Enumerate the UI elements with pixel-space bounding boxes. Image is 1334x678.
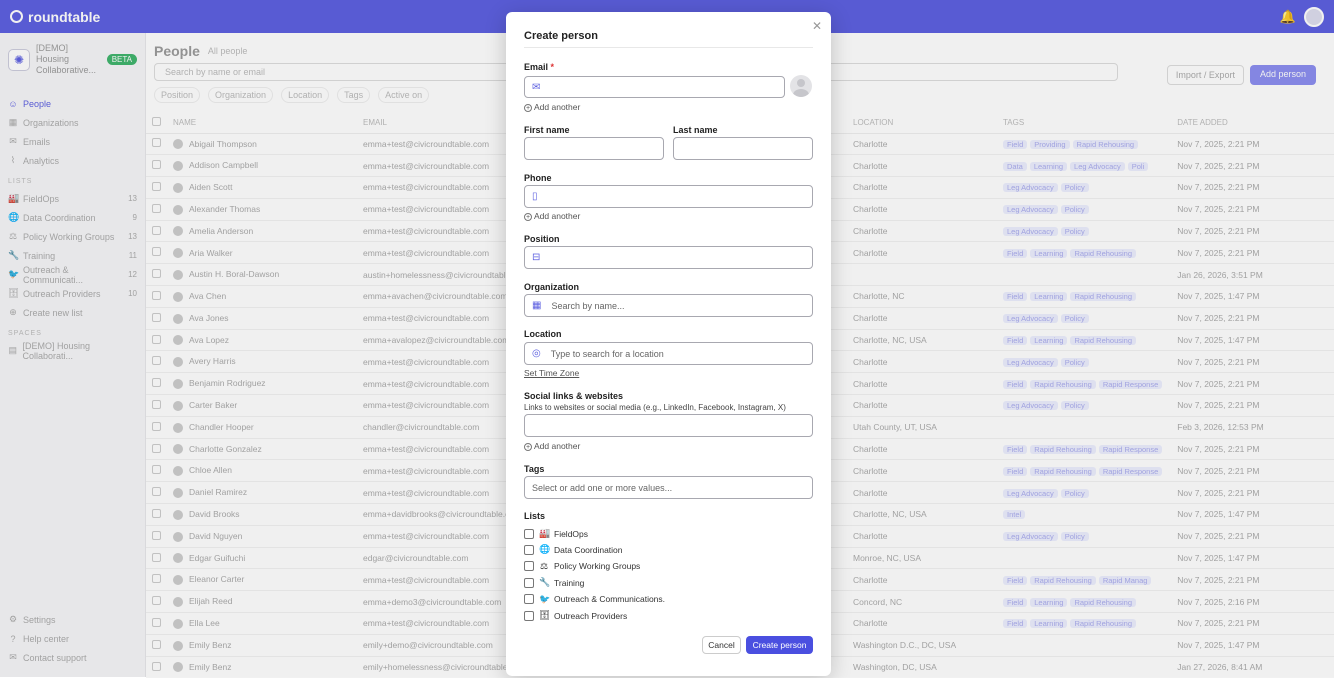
phone-label: Phone: [524, 173, 552, 183]
set-time-zone-link[interactable]: Set Time Zone: [524, 368, 579, 378]
plus-circle-icon: +: [524, 213, 532, 221]
divider: [524, 47, 813, 48]
list-checkbox[interactable]: [524, 577, 534, 588]
location-placeholder: Type to search for a location: [550, 348, 664, 359]
required-mark: *: [550, 62, 555, 72]
position-field[interactable]: ⊟: [524, 246, 813, 269]
social-links-label: Social links & websites: [524, 391, 624, 401]
tags-label: Tags: [524, 464, 545, 474]
building-icon: ▦: [532, 300, 542, 311]
create-person-dialog: Create person ✕ Email * ✉ + Add another F…: [506, 12, 831, 676]
location-search-field[interactable]: ◎ Type to search for a location: [524, 342, 813, 365]
list-emoji-icon: 🐦: [539, 593, 551, 604]
avatar-placeholder[interactable]: [790, 75, 812, 97]
list-option-label: Data Coordination: [554, 544, 623, 555]
lists-label: Lists: [524, 511, 546, 521]
plus-circle-icon: +: [524, 104, 532, 112]
list-checkbox[interactable]: [524, 610, 534, 621]
list-option[interactable]: ⚖ Policy Working Groups: [524, 561, 640, 572]
list-emoji-icon: ⚖: [539, 560, 549, 571]
location-label: Location: [524, 329, 562, 339]
tags-placeholder: Select or add one or more values...: [532, 482, 673, 493]
social-add-another-link[interactable]: + Add another: [524, 441, 580, 451]
briefcase-icon: ⊟: [532, 252, 541, 263]
phone-field[interactable]: ▯: [524, 185, 813, 208]
list-checkbox[interactable]: [524, 561, 534, 572]
list-option[interactable]: 🌐 Data Coordination: [524, 544, 623, 555]
social-link-field[interactable]: [524, 414, 813, 437]
list-option-label: Training: [554, 577, 585, 588]
social-add-another-label: Add another: [534, 441, 581, 451]
cancel-button[interactable]: Cancel: [702, 636, 741, 654]
organization-search-field[interactable]: ▦ Search by name...: [524, 294, 813, 317]
last-name-field[interactable]: [673, 137, 813, 160]
mail-icon: ✉: [532, 81, 541, 93]
first-name-field[interactable]: [524, 137, 664, 160]
list-emoji-icon: 🌐: [539, 544, 551, 555]
close-icon[interactable]: ✕: [812, 19, 822, 33]
organization-label: Organization: [524, 282, 580, 292]
list-checkbox[interactable]: [524, 544, 534, 555]
phone-add-another-link[interactable]: + Add another: [524, 211, 580, 221]
list-option[interactable]: 🗄 Outreach Providers: [524, 610, 627, 621]
position-label: Position: [524, 234, 560, 244]
list-emoji-icon: 🗄: [539, 610, 551, 620]
list-option[interactable]: 🐦 Outreach & Communications.: [524, 594, 665, 605]
email-label: Email: [524, 62, 549, 72]
tags-select-field[interactable]: Select or add one or more values...: [524, 476, 813, 499]
list-checkbox[interactable]: [524, 528, 534, 539]
social-links-helper: Links to websites or social media (e.g.,…: [524, 403, 786, 412]
email-add-another-label: Add another: [534, 102, 581, 112]
list-emoji-icon: 🏭: [539, 528, 551, 538]
list-option-label: Outreach & Communications.: [554, 594, 666, 605]
organization-placeholder: Search by name...: [551, 300, 625, 311]
last-name-label: Last name: [673, 125, 718, 135]
list-option[interactable]: 🔧 Training: [524, 577, 584, 588]
first-name-label: First name: [524, 125, 570, 135]
location-pin-icon: ◎: [532, 348, 541, 359]
list-option-label: FieldOps: [554, 528, 589, 539]
list-option-label: Outreach Providers: [554, 610, 628, 621]
list-option-label: Policy Working Groups: [554, 561, 641, 572]
plus-circle-icon: +: [524, 443, 532, 451]
list-emoji-icon: 🔧: [539, 577, 551, 588]
list-checkbox[interactable]: [524, 594, 534, 605]
create-person-button[interactable]: Create person: [746, 636, 813, 654]
email-add-another-link[interactable]: + Add another: [524, 102, 580, 112]
dialog-title: Create person: [524, 30, 598, 42]
phone-icon: ▯: [532, 191, 538, 202]
phone-add-another-label: Add another: [534, 211, 581, 221]
email-field[interactable]: ✉: [524, 76, 785, 98]
list-option[interactable]: 🏭 FieldOps: [524, 528, 588, 539]
